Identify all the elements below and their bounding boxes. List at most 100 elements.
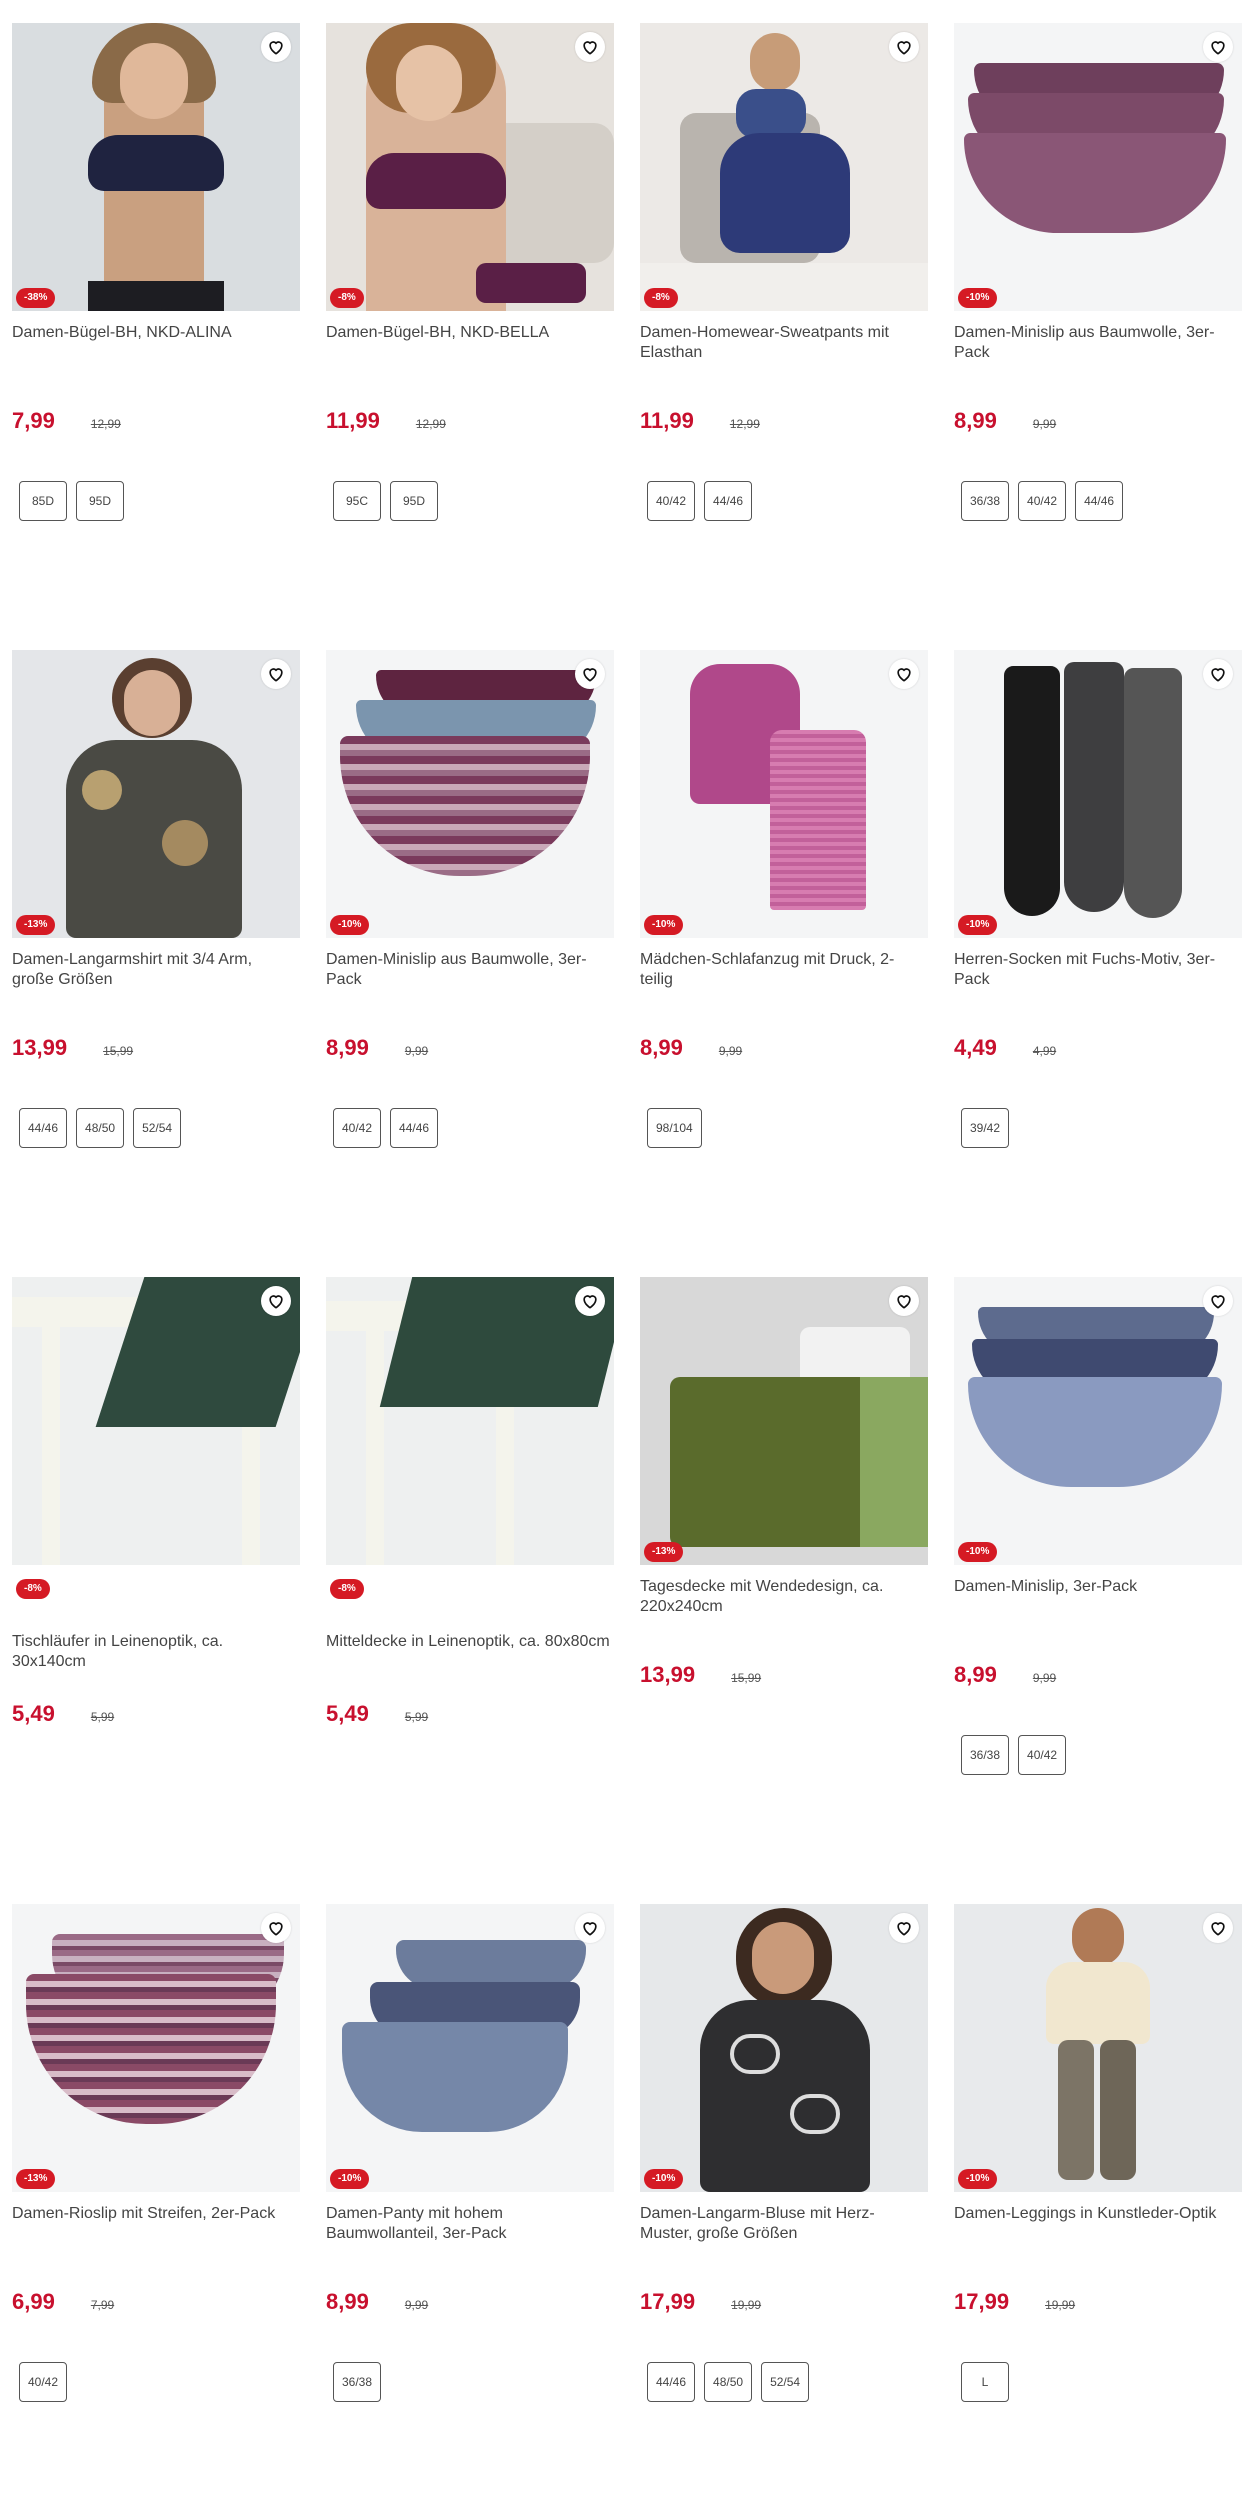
wishlist-heart-icon[interactable]	[575, 1286, 605, 1316]
wishlist-heart-icon[interactable]	[1203, 1286, 1233, 1316]
product-title[interactable]: Mitteldecke in Leinenoptik, ca. 80x80cm	[326, 1632, 610, 1652]
size-option[interactable]: 40/42	[1018, 1735, 1067, 1775]
size-option[interactable]: 44/46	[1075, 481, 1124, 521]
product-image[interactable]: -10%	[326, 650, 614, 938]
product-card[interactable]: -10% Damen-Minislip aus Baumwolle, 3er-P…	[326, 650, 614, 1250]
product-card[interactable]: -8% Damen-Homewear-Sweatpants mit Elasth…	[640, 23, 928, 623]
size-option[interactable]: 40/42	[647, 481, 696, 521]
product-card[interactable]: -10% Damen-Langarm-Bluse mit Herz-Muster…	[640, 1904, 928, 2504]
product-image[interactable]: -38%	[12, 23, 300, 311]
product-title[interactable]: Mädchen-Schlafanzug mit Druck, 2-teilig	[640, 950, 924, 990]
product-title[interactable]: Tischläufer in Leinenoptik, ca. 30x140cm	[12, 1632, 296, 1672]
product-image[interactable]: -10%	[640, 650, 928, 938]
discount-badge: -13%	[16, 915, 56, 935]
product-image[interactable]: -10%	[954, 23, 1242, 311]
product-card[interactable]: -8% Mitteldecke in Leinenoptik, ca. 80x8…	[326, 1277, 614, 1877]
product-image[interactable]	[326, 1277, 614, 1565]
wishlist-heart-icon[interactable]	[889, 1913, 919, 1943]
product-image[interactable]: -13%	[12, 1904, 300, 2192]
size-option[interactable]: 40/42	[333, 1108, 382, 1148]
size-option[interactable]: 40/42	[19, 2362, 68, 2402]
product-image[interactable]: -10%	[954, 650, 1242, 938]
size-option[interactable]: 85D	[19, 481, 67, 521]
product-title[interactable]: Tagesdecke mit Wendedesign, ca. 220x240c…	[640, 1577, 924, 1617]
size-option[interactable]: 44/46	[704, 481, 753, 521]
current-price: 17,99	[640, 2289, 696, 2314]
wishlist-heart-icon[interactable]	[575, 32, 605, 62]
size-options: L	[961, 2362, 1009, 2402]
product-image[interactable]: -10%	[640, 1904, 928, 2192]
size-option[interactable]: 95C	[333, 481, 381, 521]
wishlist-heart-icon[interactable]	[889, 659, 919, 689]
product-title[interactable]: Damen-Minislip aus Baumwolle, 3er-Pack	[954, 323, 1238, 363]
product-title[interactable]: Damen-Homewear-Sweatpants mit Elasthan	[640, 323, 924, 363]
wishlist-heart-icon[interactable]	[261, 1286, 291, 1316]
product-title[interactable]: Damen-Minislip aus Baumwolle, 3er-Pack	[326, 950, 610, 990]
size-option[interactable]: 44/46	[647, 2362, 696, 2402]
wishlist-heart-icon[interactable]	[1203, 1913, 1233, 1943]
price-row: 8,99 9,99	[326, 2289, 428, 2315]
product-title[interactable]: Damen-Leggings in Kunstleder-Optik	[954, 2204, 1238, 2224]
old-price: 5,99	[404, 1710, 429, 1724]
product-card[interactable]: -8% Tischläufer in Leinenoptik, ca. 30x1…	[12, 1277, 300, 1877]
product-image[interactable]: -13%	[640, 1277, 928, 1565]
product-card[interactable]: -13% Damen-Rioslip mit Streifen, 2er-Pac…	[12, 1904, 300, 2504]
wishlist-heart-icon[interactable]	[1203, 32, 1233, 62]
current-price: 13,99	[12, 1035, 68, 1060]
wishlist-heart-icon[interactable]	[575, 659, 605, 689]
product-image[interactable]: -8%	[326, 23, 614, 311]
product-title[interactable]: Damen-Rioslip mit Streifen, 2er-Pack	[12, 2204, 296, 2224]
wishlist-heart-icon[interactable]	[261, 32, 291, 62]
product-card[interactable]: -13% Tagesdecke mit Wendedesign, ca. 220…	[640, 1277, 928, 1877]
product-card[interactable]: -10% Damen-Minislip aus Baumwolle, 3er-P…	[954, 23, 1242, 623]
product-title[interactable]: Damen-Panty mit hohem Baumwollanteil, 3e…	[326, 2204, 610, 2244]
wishlist-heart-icon[interactable]	[889, 32, 919, 62]
size-option[interactable]: 36/38	[333, 2362, 382, 2402]
size-option[interactable]: L	[961, 2362, 1009, 2402]
product-card[interactable]: -13% Damen-Langarmshirt mit 3/4 Arm, gro…	[12, 650, 300, 1250]
product-card[interactable]: -38% Damen-Bügel-BH, NKD-ALINA 7,99 12,99…	[12, 23, 300, 623]
wishlist-heart-icon[interactable]	[261, 659, 291, 689]
product-card[interactable]: -10% Herren-Socken mit Fuchs-Motiv, 3er-…	[954, 650, 1242, 1250]
wishlist-heart-icon[interactable]	[575, 1913, 605, 1943]
size-option[interactable]: 98/104	[647, 1108, 702, 1148]
old-price: 15,99	[731, 1671, 762, 1685]
product-card[interactable]: -10% Damen-Minislip, 3er-Pack 8,99 9,99 3…	[954, 1277, 1242, 1877]
product-image[interactable]	[12, 1277, 300, 1565]
product-image[interactable]: -10%	[326, 1904, 614, 2192]
size-option[interactable]: 36/38	[961, 1735, 1010, 1775]
current-price: 5,49	[12, 1701, 55, 1726]
size-option[interactable]: 95D	[390, 481, 438, 521]
size-option[interactable]: 48/50	[704, 2362, 753, 2402]
size-options: 36/38 40/42 44/46	[961, 481, 1124, 521]
product-image[interactable]: -10%	[954, 1277, 1242, 1565]
old-price: 9,99	[1032, 1671, 1057, 1685]
product-title[interactable]: Damen-Langarm-Bluse mit Herz-Muster, gro…	[640, 2204, 924, 2244]
product-image[interactable]: -13%	[12, 650, 300, 938]
product-card[interactable]: -8% Damen-Bügel-BH, NKD-BELLA 11,99 12,99…	[326, 23, 614, 623]
size-option[interactable]: 40/42	[1018, 481, 1067, 521]
product-image[interactable]: -8%	[640, 23, 928, 311]
product-card[interactable]: -10% Damen-Leggings in Kunstleder-Optik …	[954, 1904, 1242, 2504]
size-option[interactable]: 36/38	[961, 481, 1010, 521]
product-row: -13% Damen-Rioslip mit Streifen, 2er-Pac…	[12, 1904, 1242, 2504]
size-option[interactable]: 95D	[76, 481, 124, 521]
product-title[interactable]: Damen-Langarmshirt mit 3/4 Arm, große Gr…	[12, 950, 296, 990]
size-option[interactable]: 39/42	[961, 1108, 1010, 1148]
product-row: -38% Damen-Bügel-BH, NKD-ALINA 7,99 12,99…	[12, 23, 1242, 623]
size-option[interactable]: 52/54	[133, 1108, 182, 1148]
size-option[interactable]: 44/46	[390, 1108, 439, 1148]
product-image[interactable]: -10%	[954, 1904, 1242, 2192]
wishlist-heart-icon[interactable]	[261, 1913, 291, 1943]
size-option[interactable]: 48/50	[76, 1108, 125, 1148]
product-card[interactable]: -10% Damen-Panty mit hohem Baumwollantei…	[326, 1904, 614, 2504]
size-option[interactable]: 52/54	[761, 2362, 810, 2402]
product-card[interactable]: -10% Mädchen-Schlafanzug mit Druck, 2-te…	[640, 650, 928, 1250]
product-title[interactable]: Damen-Bügel-BH, NKD-ALINA	[12, 323, 296, 343]
product-title[interactable]: Damen-Bügel-BH, NKD-BELLA	[326, 323, 610, 343]
size-option[interactable]: 44/46	[19, 1108, 68, 1148]
wishlist-heart-icon[interactable]	[889, 1286, 919, 1316]
product-title[interactable]: Damen-Minislip, 3er-Pack	[954, 1577, 1238, 1597]
product-title[interactable]: Herren-Socken mit Fuchs-Motiv, 3er-Pack	[954, 950, 1238, 990]
wishlist-heart-icon[interactable]	[1203, 659, 1233, 689]
